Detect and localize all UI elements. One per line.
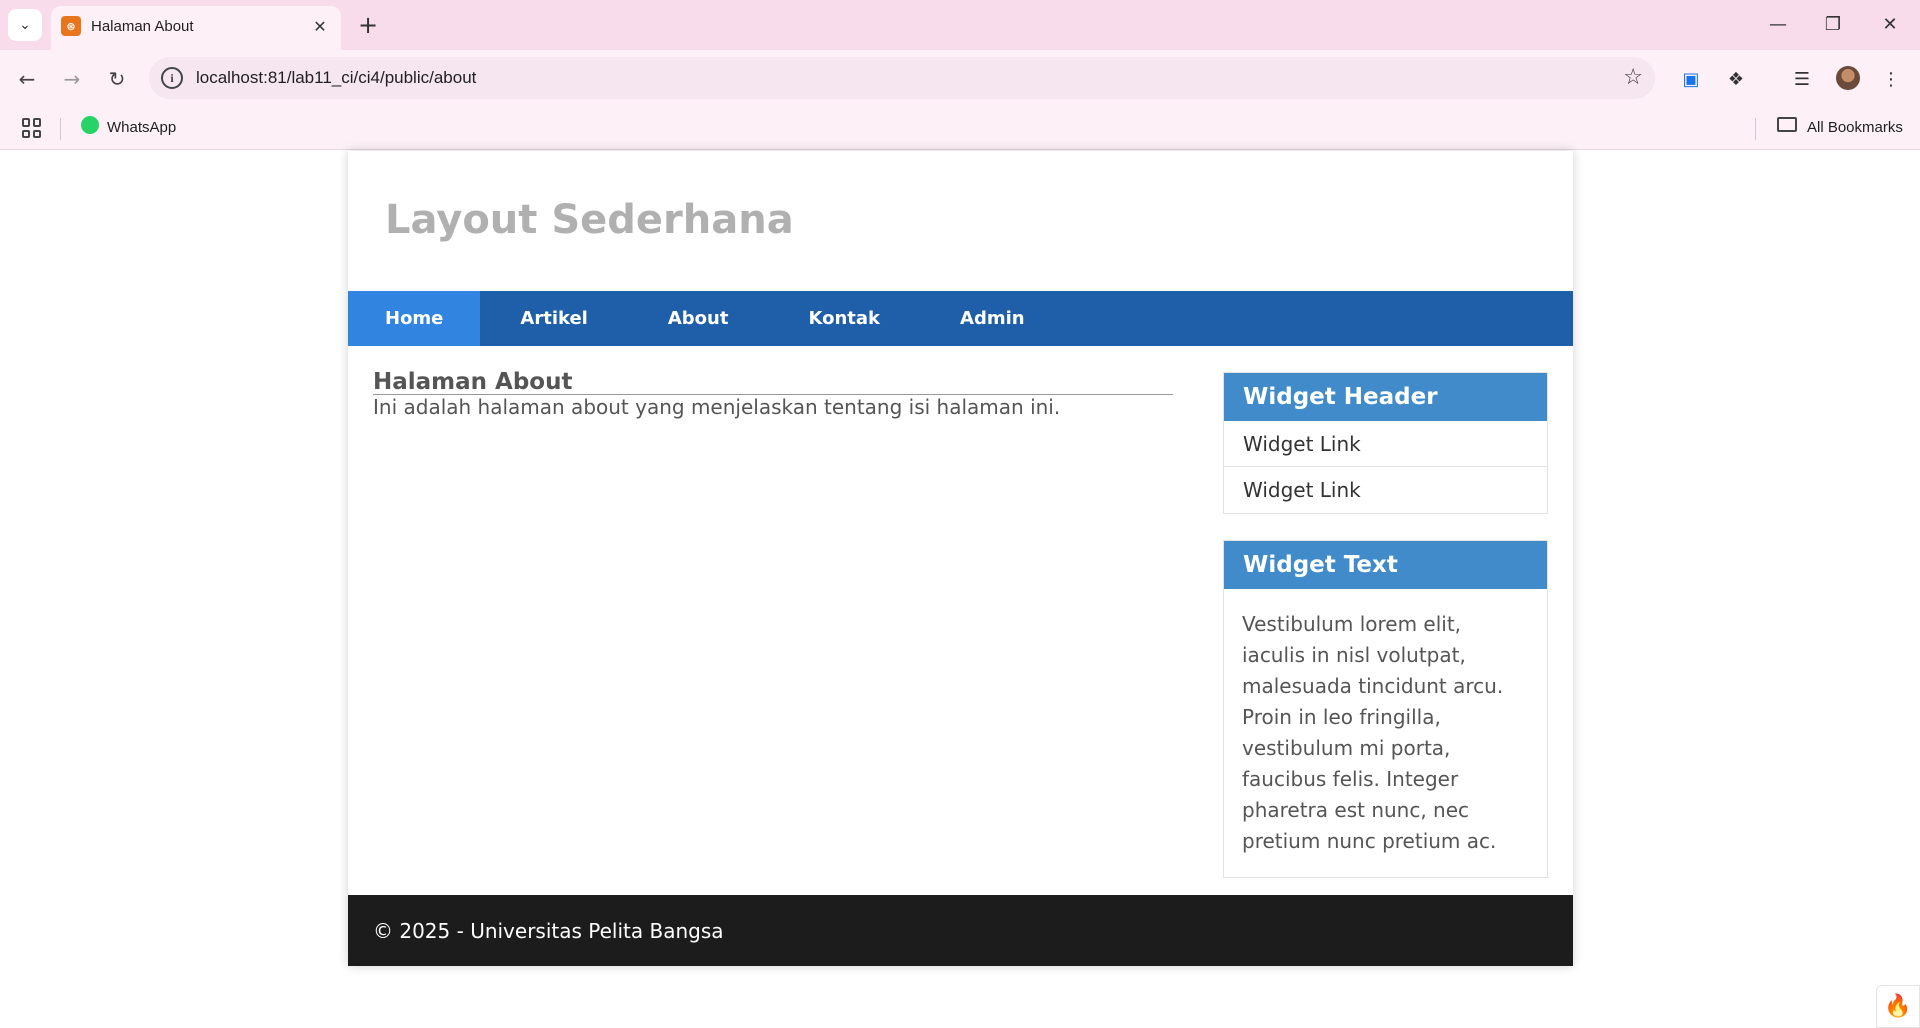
main-content: Halaman About Ini adalah halaman about y… xyxy=(373,370,1173,419)
profile-avatar[interactable] xyxy=(1836,66,1860,90)
xampp-favicon-icon: ⊛ xyxy=(61,16,81,36)
extensions-puzzle-icon[interactable]: ❖ xyxy=(1721,64,1751,94)
whatsapp-icon[interactable] xyxy=(81,116,99,134)
site-info-icon[interactable]: i xyxy=(161,67,183,89)
tab-title: Halaman About xyxy=(91,18,194,35)
widget-text-body: Vestibulum lorem elit, iaculis in nisl v… xyxy=(1242,612,1504,853)
nav-item-about[interactable]: About xyxy=(628,291,769,346)
bookmark-whatsapp-label[interactable]: WhatsApp xyxy=(107,119,176,136)
media-controls-icon[interactable]: ☰ xyxy=(1787,64,1817,94)
browser-tab-bar: ⌄ ⊛ Halaman About ✕ + — ❐ ✕ xyxy=(0,0,1920,50)
widget-header: Widget Header xyxy=(1224,373,1547,421)
new-tab-button[interactable]: + xyxy=(352,9,384,41)
apps-grid-icon[interactable] xyxy=(22,118,42,138)
forward-arrow-icon[interactable]: → xyxy=(56,63,88,95)
bookmark-separator xyxy=(60,118,61,140)
nav-item-artikel[interactable]: Artikel xyxy=(480,291,627,346)
page-container: Layout Sederhana Home Artikel About Kont… xyxy=(348,151,1573,966)
main-navigation: Home Artikel About Kontak Admin xyxy=(348,291,1573,346)
chevron-down-icon: ⌄ xyxy=(19,17,31,33)
nav-item-kontak[interactable]: Kontak xyxy=(768,291,920,346)
widget-links: Widget Header Widget Link Widget Link xyxy=(1223,372,1548,514)
browser-toolbar: ← → ↻ i localhost:81/lab11_ci/ci4/public… xyxy=(0,50,1920,108)
site-header: Layout Sederhana xyxy=(348,151,1573,291)
bookmark-separator xyxy=(1755,118,1756,140)
browser-tab[interactable]: ⊛ Halaman About ✕ xyxy=(51,6,341,50)
all-bookmarks-label[interactable]: All Bookmarks xyxy=(1807,119,1903,136)
sidebar: Widget Header Widget Link Widget Link Wi… xyxy=(1223,372,1548,904)
widget-link[interactable]: Widget Link xyxy=(1224,421,1547,467)
close-tab-icon[interactable]: ✕ xyxy=(309,15,331,37)
more-menu-icon[interactable]: ⋮ xyxy=(1876,64,1906,94)
widget-text: Widget Text Vestibulum lorem elit, iacul… xyxy=(1223,540,1548,878)
screencast-icon[interactable]: ▣ xyxy=(1676,64,1706,94)
close-window-icon[interactable]: ✕ xyxy=(1864,6,1916,42)
nav-item-home[interactable]: Home xyxy=(348,291,481,346)
site-footer: © 2025 - Universitas Pelita Bangsa xyxy=(348,895,1573,966)
widget-text-header: Widget Text xyxy=(1224,541,1547,589)
nav-item-admin[interactable]: Admin xyxy=(920,291,1065,346)
codeigniter-debug-toolbar-icon[interactable]: 🔥 xyxy=(1876,985,1920,1028)
widget-link[interactable]: Widget Link xyxy=(1224,467,1547,513)
footer-text: © 2025 - Universitas Pelita Bangsa xyxy=(373,918,724,943)
address-bar-url[interactable]: localhost:81/lab11_ci/ci4/public/about xyxy=(196,68,476,88)
content-title: Halaman About xyxy=(373,370,1173,395)
minimize-icon[interactable]: — xyxy=(1752,6,1804,42)
content-text: Ini adalah halaman about yang menjelaska… xyxy=(373,395,1061,419)
site-title: Layout Sederhana xyxy=(385,197,794,243)
bookmarks-bar: WhatsApp All Bookmarks xyxy=(0,108,1920,150)
back-arrow-icon[interactable]: ← xyxy=(11,63,43,95)
tab-search-button[interactable]: ⌄ xyxy=(8,9,42,41)
address-bar[interactable]: i localhost:81/lab11_ci/ci4/public/about… xyxy=(149,57,1655,99)
folder-icon[interactable] xyxy=(1777,117,1797,132)
restore-icon[interactable]: ❐ xyxy=(1807,6,1859,42)
bookmark-star-icon[interactable]: ☆ xyxy=(1623,65,1643,90)
reload-icon[interactable]: ↻ xyxy=(101,63,133,95)
